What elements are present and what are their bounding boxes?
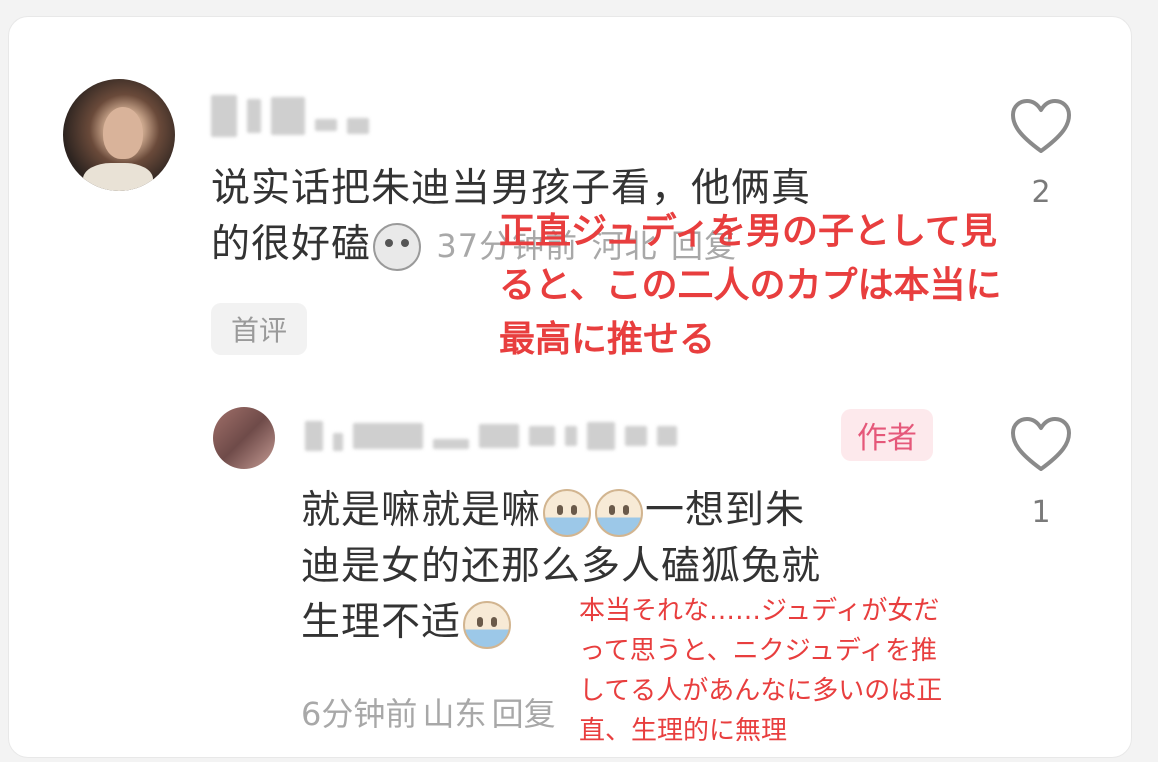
crying-emoji (595, 488, 644, 537)
like-button[interactable] (1009, 97, 1073, 159)
blur-block (587, 422, 615, 450)
avatar[interactable] (213, 407, 275, 469)
blur-block (305, 421, 323, 451)
blur-block (565, 426, 577, 446)
blur-block (657, 426, 677, 446)
username-blurred[interactable] (211, 95, 369, 137)
comment-text-part: 一想到朱 (645, 488, 806, 533)
comment-card: 说实话把朱迪当男孩子看，他俩真 的很好磕 37分钟前 河北 回复 首评 2 正直… (8, 16, 1132, 758)
timestamp: 6分钟前 (301, 695, 418, 733)
blur-block (479, 424, 519, 448)
crying-emoji (463, 600, 512, 649)
username-blurred[interactable] (305, 421, 677, 451)
comment-line: 就是嘛就是嘛 一想到朱 (301, 483, 1001, 539)
comment-meta: 6分钟前 山东 回复 (301, 689, 556, 735)
author-badge: 作者 (841, 409, 933, 461)
translation-line: してる人があんなに多いのは正 (579, 676, 943, 706)
blur-block (353, 423, 423, 449)
avatar[interactable] (63, 79, 175, 191)
blur-block (347, 118, 369, 134)
translation-line: って思うと、ニクジュディを推 (579, 636, 938, 666)
comment-text-part: 的很好磕 (211, 222, 372, 267)
translation-line: 最高に推せる (499, 319, 716, 360)
translation-overlay: 本当それな……ジュディが女だ って思うと、ニクジュディを推 してる人があんなに多… (579, 591, 1029, 751)
blur-block (211, 95, 237, 137)
comment-text-part: 生理不适 (301, 600, 462, 645)
heart-outline-icon (1011, 417, 1071, 471)
translation-line: 正直ジュディを男の子として見 (499, 211, 997, 252)
like-count: 1 (1031, 495, 1051, 530)
blur-block (315, 119, 337, 131)
first-comment-badge: 首评 (211, 303, 308, 355)
translation-line: 直、生理的に無理 (579, 716, 788, 746)
cat-smile-emoji (373, 222, 422, 271)
translation-line: ると、この二人のカプは本当に (499, 265, 1002, 306)
blur-block (333, 433, 343, 451)
translation-overlay: 正直ジュディを男の子として見 ると、この二人のカプは本当に 最高に推せる (499, 205, 1059, 367)
heart-outline-icon (1011, 99, 1071, 153)
blur-block (433, 439, 469, 449)
avatar-face (103, 107, 143, 159)
comment-line: 迪是女的还那么多人磕狐兔就 (301, 544, 822, 589)
translation-line: 本当それな……ジュディが女だ (579, 596, 940, 626)
blur-block (625, 426, 647, 446)
crying-emoji (543, 488, 592, 537)
avatar-shirt (83, 163, 153, 191)
location: 山东 (422, 695, 487, 733)
like-button[interactable] (1009, 415, 1073, 477)
blur-block (247, 99, 261, 133)
blur-block (271, 97, 305, 135)
comment-text-part: 就是嘛就是嘛 (301, 488, 542, 533)
blur-block (529, 426, 555, 446)
reply-button[interactable]: 回复 (492, 695, 556, 733)
